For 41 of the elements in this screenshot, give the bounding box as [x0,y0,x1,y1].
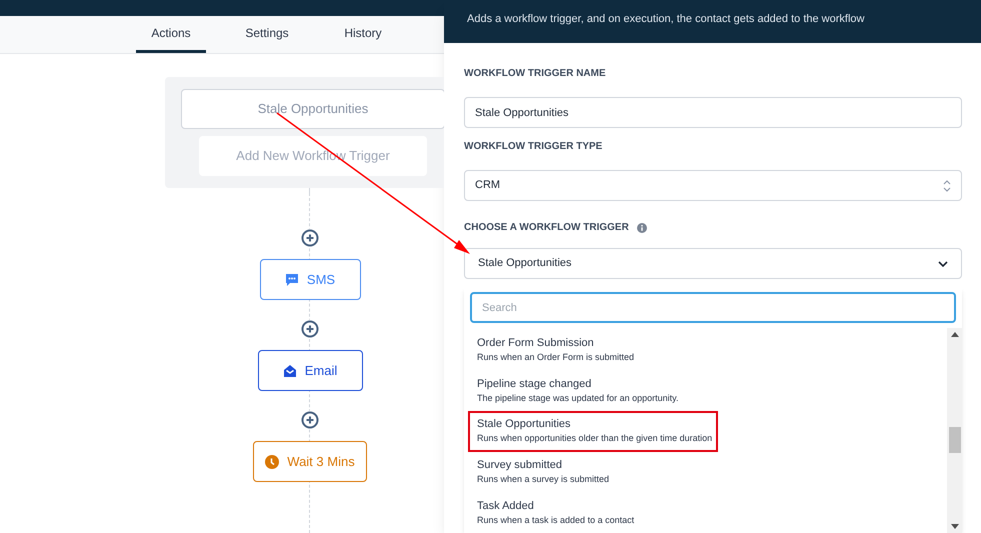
scroll-up-icon[interactable] [950,332,958,337]
add-step-icon[interactable] [301,320,319,338]
trigger-select[interactable]: Stale Opportunities [464,248,962,279]
option-description: The pipeline stage was updated for an opportunity. [477,392,678,405]
tab[interactable]: Settings [232,16,302,53]
trigger-option[interactable]: Pipeline stage changed The pipeline stage was updated for an opportunity. [468,370,684,412]
trigger-option[interactable]: Order Form Submission Runs when an Order Form is submitted [468,330,640,371]
scrollbar-thumb[interactable] [948,427,960,453]
envelope-icon [282,364,297,378]
info-icon[interactable] [636,222,647,232]
workflow-step-card[interactable]: Email [258,350,362,391]
chevron-down-icon [938,260,948,266]
option-description: Runs when a survey is submitted [477,473,610,486]
option-description: Runs when an Order Form is submitted [477,351,634,364]
scrollbar[interactable] [947,328,962,533]
clock-icon [265,454,280,468]
panel-subtitle: Adds a workflow trigger, and on execution, the contact gets added to the workflow [467,12,866,27]
add-step-icon[interactable] [301,229,319,247]
workflow-step-card[interactable]: SMS [260,259,360,300]
search-field[interactable]: Search [470,292,956,323]
field-label: CHOOSE A WORKFLOW TRIGGER [464,221,629,235]
option-title: Survey submitted [477,458,563,474]
trigger-option[interactable]: Task Added Runs when a task is added to a contact [468,492,640,533]
trigger-name-field[interactable]: Stale Opportunities [464,97,962,128]
up-down-chevron-icon [943,180,951,192]
option-title: Pipeline stage changed [477,376,592,392]
tab[interactable]: History [328,16,398,53]
field-label: WORKFLOW TRIGGER TYPE [464,140,604,154]
option-title: Order Form Submission [477,336,595,352]
option-description: Runs when opportunities older than the given time duration [477,432,712,446]
trigger-option[interactable]: Survey submitted Runs when a survey is submitted [468,452,616,492]
field-label: WORKFLOW TRIGGER NAME [464,67,607,81]
add-step-icon[interactable] [301,411,319,429]
tab[interactable]: Actions [136,16,206,53]
scroll-down-icon[interactable] [950,524,958,529]
trigger-option[interactable]: Stale Opportunities Runs when opportunities older than the given time duration [468,411,718,452]
trigger-type-select[interactable]: CRM [464,170,962,201]
option-title: Stale Opportunities [477,417,572,432]
chat-bubble-icon [284,272,299,286]
option-title: Task Added [477,498,535,514]
option-description: Runs when a task is added to a contact [477,514,634,527]
